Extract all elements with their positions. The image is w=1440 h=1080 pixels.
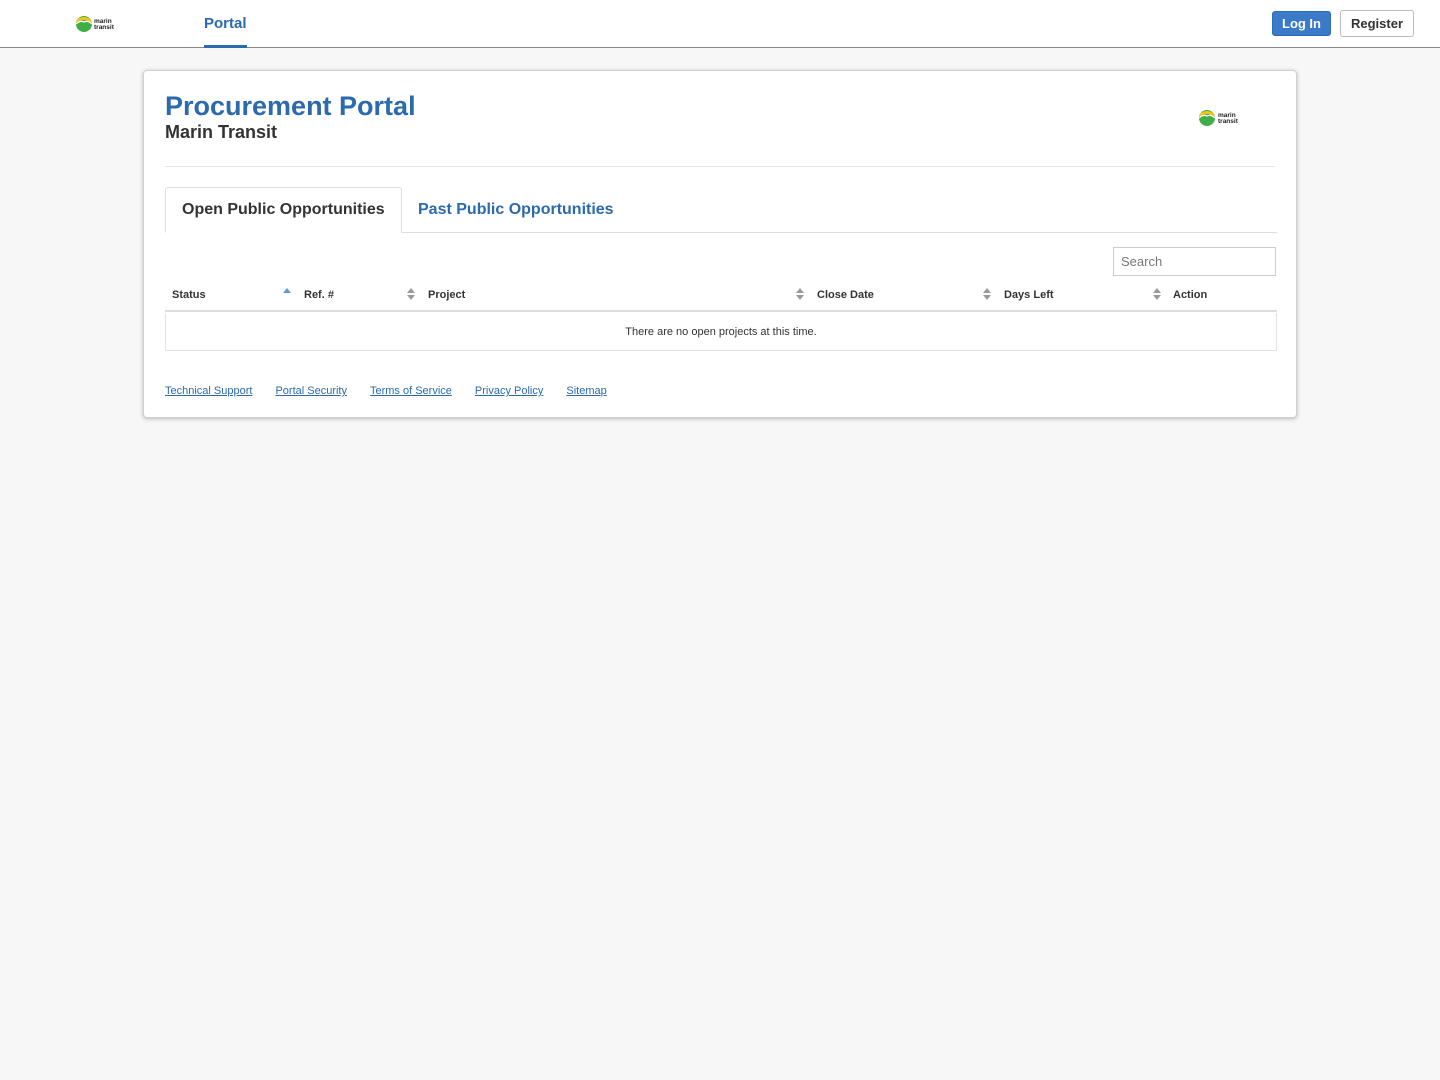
column-header-ref[interactable]: Ref. # (304, 289, 334, 301)
footer-link-privacy-policy[interactable]: Privacy Policy (475, 385, 543, 397)
table-empty-row: There are no open projects at this time. (165, 313, 1277, 351)
marin-transit-logo[interactable]: marin transit (75, 14, 119, 34)
sort-ascending-icon[interactable] (283, 287, 291, 301)
footer-link-portal-security[interactable]: Portal Security (275, 385, 347, 397)
register-button[interactable]: Register (1340, 10, 1414, 37)
empty-table-message: There are no open projects at this time. (625, 325, 817, 338)
sort-icon[interactable] (796, 287, 804, 301)
sort-icon[interactable] (1153, 287, 1161, 301)
portal-card: Procurement Portal Marin Transit marin t… (143, 70, 1297, 418)
tab-past-opportunities[interactable]: Past Public Opportunities (401, 187, 631, 233)
column-header-days-left[interactable]: Days Left (1004, 289, 1054, 301)
agency-name: Marin Transit (165, 122, 278, 142)
column-header-status[interactable]: Status (172, 289, 206, 301)
search-input[interactable] (1113, 247, 1276, 276)
nav-tab-portal[interactable]: Portal (204, 0, 247, 48)
sort-icon[interactable] (407, 287, 415, 301)
tab-open-opportunities[interactable]: Open Public Opportunities (165, 187, 402, 233)
footer-link-terms-of-service[interactable]: Terms of Service (370, 385, 452, 397)
header-divider (165, 166, 1275, 167)
agency-logo: marin transit (1198, 108, 1244, 128)
footer-link-technical-support[interactable]: Technical Support (165, 385, 252, 397)
column-header-action: Action (1173, 289, 1208, 301)
footer-link-sitemap[interactable]: Sitemap (566, 385, 606, 397)
column-header-project[interactable]: Project (428, 289, 465, 301)
sort-icon[interactable] (983, 287, 991, 301)
svg-text:transit: transit (1218, 118, 1239, 125)
opportunity-tabs: Open Public Opportunities Past Public Op… (165, 187, 1277, 233)
table-header: Status Ref. # Project Close Date Days Le… (165, 284, 1277, 312)
svg-text:transit: transit (94, 24, 115, 31)
footer-links: Technical Support Portal Security Terms … (165, 385, 607, 397)
login-button[interactable]: Log In (1272, 11, 1331, 36)
column-header-close-date[interactable]: Close Date (817, 289, 874, 301)
top-navbar: marin transit Portal Log In Register (0, 0, 1440, 48)
page-title: Procurement Portal (165, 91, 416, 121)
